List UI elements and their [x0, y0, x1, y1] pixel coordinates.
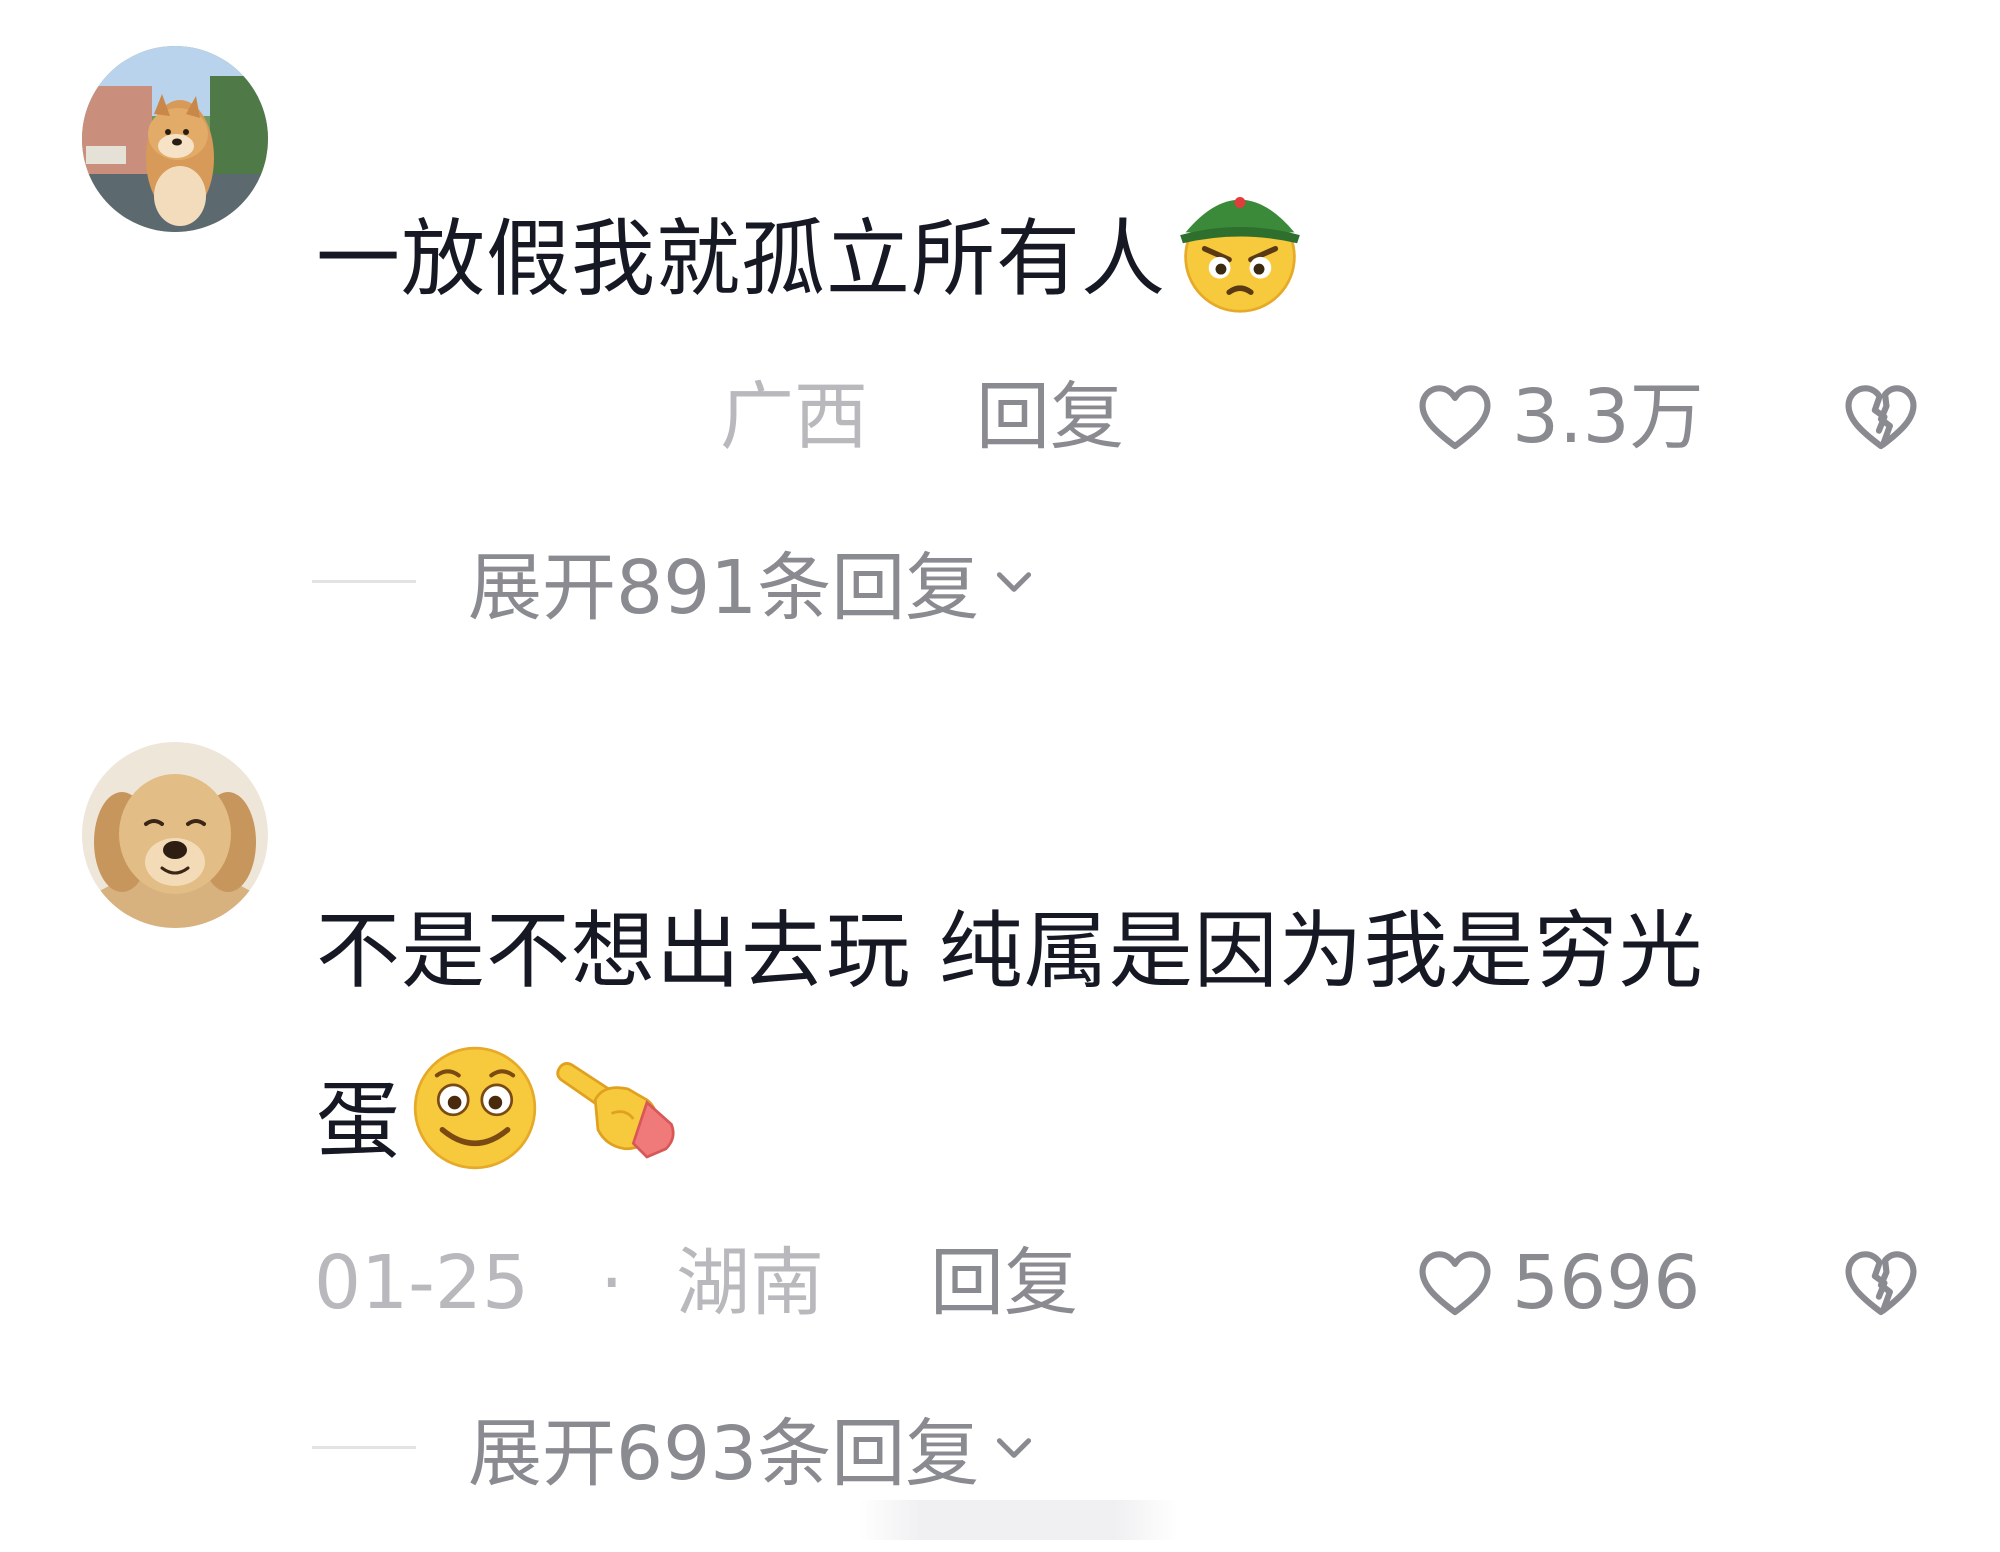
expand-replies-button[interactable]: 展开891条回复	[312, 526, 1039, 636]
angry-army-cap-emoji-icon	[1172, 178, 1308, 314]
avatar[interactable]	[82, 46, 268, 232]
comment-text: 一放假我就孤立所有人	[316, 174, 1976, 344]
awkward-smile-emoji-icon	[407, 1040, 543, 1176]
comment-body: 一放假我就孤立所有人	[316, 210, 1167, 308]
comment-body-line-2-wrapper: 蛋	[316, 1036, 1976, 1206]
region-label: 湖南	[676, 1240, 824, 1326]
region-label: 广西	[720, 374, 868, 460]
reply-button[interactable]: 回复	[976, 362, 1124, 472]
scroll-indicator	[858, 1500, 1178, 1540]
like-count: 3.3万	[1512, 374, 1704, 460]
reply-button[interactable]: 回复	[930, 1228, 1078, 1338]
comment-body-line-1: 不是不想出去玩 纯属是因为我是穷光	[316, 902, 1704, 1000]
comment-meta: 广西 回复 3.3万	[0, 362, 2000, 472]
like-count: 5696	[1512, 1240, 1701, 1326]
heart-icon	[1419, 385, 1491, 450]
pointing-hand-emoji-icon	[549, 1040, 685, 1176]
comment-body-line-2: 蛋	[316, 1072, 402, 1170]
shiba-dog-avatar-image	[82, 46, 268, 232]
avatar[interactable]	[82, 742, 268, 928]
comment-text: 不是不想出去玩 纯属是因为我是穷光 蛋	[316, 866, 1976, 1206]
meta-separator: ·	[600, 1240, 624, 1326]
expand-replies-label: 展开891条回复	[468, 544, 980, 631]
comment-meta: 01-25 · 湖南 回复 5696	[0, 1228, 2000, 1338]
divider-dash	[312, 579, 416, 583]
chevron-down-icon	[997, 1438, 1032, 1458]
like-button[interactable]: 3.3万	[1414, 362, 1704, 472]
heart-icon	[1419, 1251, 1491, 1316]
golden-retriever-avatar-image	[82, 742, 268, 928]
expand-replies-button[interactable]: 展开693条回复	[312, 1392, 1039, 1502]
like-button[interactable]: 5696	[1414, 1228, 1700, 1338]
divider-dash	[312, 1445, 416, 1449]
broken-heart-dislike-icon[interactable]	[1840, 376, 1922, 458]
comment-date: 01-25	[314, 1240, 530, 1326]
broken-heart-dislike-icon[interactable]	[1840, 1242, 1922, 1324]
expand-replies-label: 展开693条回复	[468, 1410, 980, 1497]
chevron-down-icon	[997, 572, 1032, 592]
